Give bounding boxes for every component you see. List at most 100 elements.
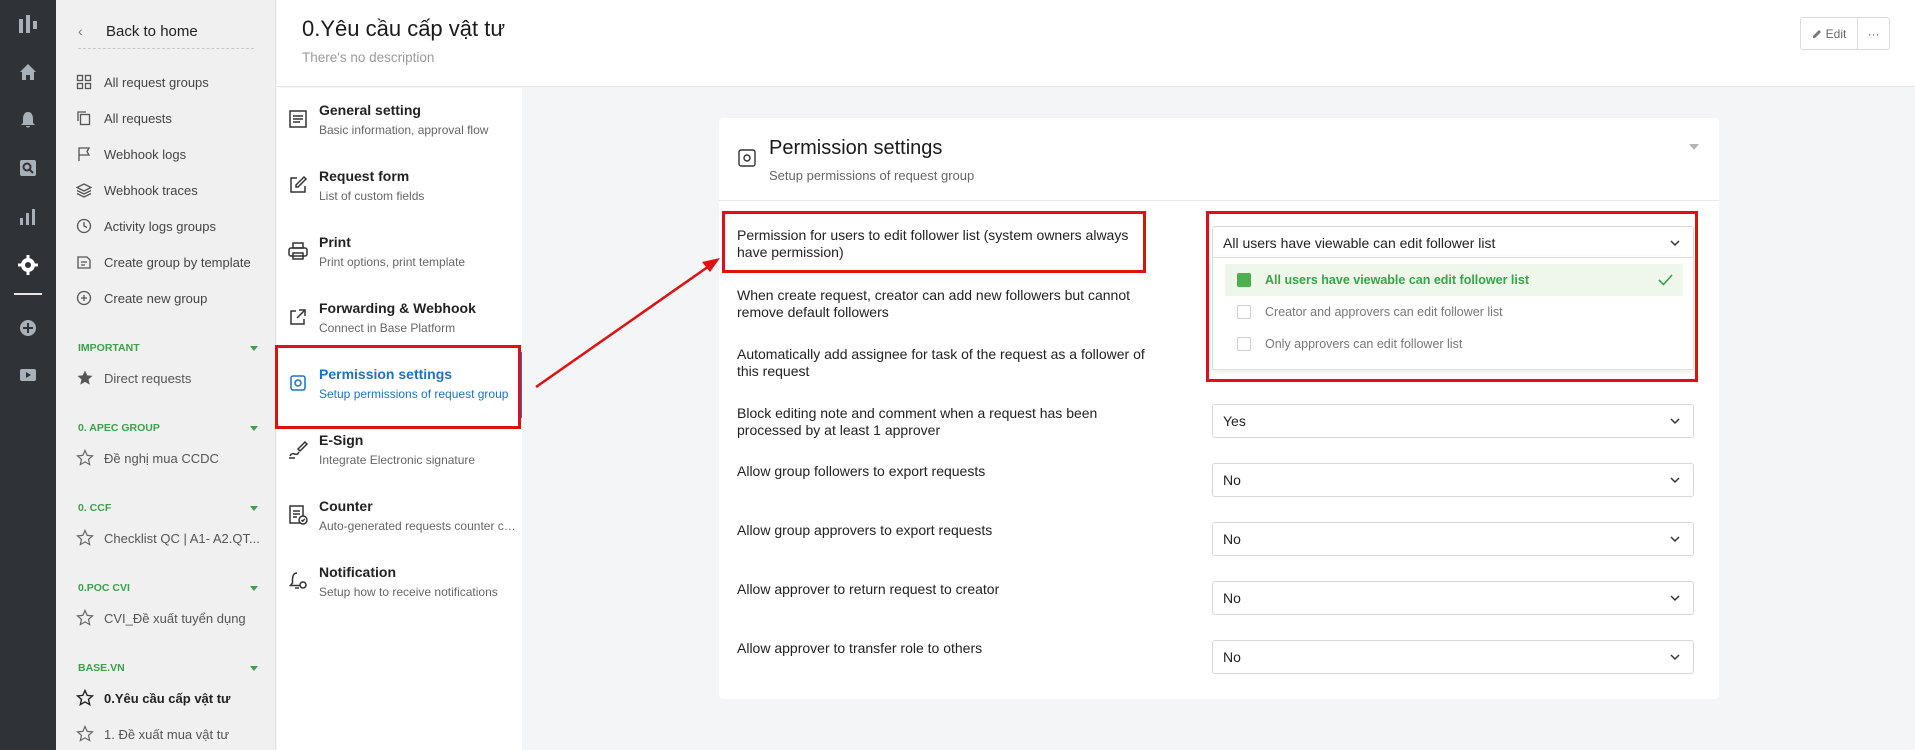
grid-icon <box>76 74 92 90</box>
settings-item-title: Request form <box>319 168 410 184</box>
permission-settings-card: Permission settings Setup permissions of… <box>719 118 1719 699</box>
clock-icon <box>76 218 92 234</box>
settings-item-subtitle: Print options, print template <box>319 255 466 269</box>
header-actions: Edit ··· <box>1800 17 1890 50</box>
layers-icon <box>76 183 92 198</box>
select-value: Yes <box>1223 413 1246 429</box>
permission-label: Allow approver to transfer role to other… <box>737 640 983 656</box>
settings-item-title: Print <box>319 234 351 250</box>
select-value: No <box>1223 531 1241 547</box>
star-outline-icon <box>76 449 94 466</box>
block-editing-select[interactable]: Yes <box>1212 404 1694 438</box>
sidebar-item-label: Webhook traces <box>104 182 198 198</box>
plus-circle-icon[interactable] <box>16 316 40 340</box>
sidebar-item-label: Webhook logs <box>104 146 187 162</box>
section-title: 0.POC CVI <box>78 582 130 594</box>
pencil-icon <box>1812 29 1821 38</box>
section-title: 0. APEC GROUP <box>78 422 160 434</box>
home-icon[interactable] <box>16 60 40 84</box>
sidebar-item-all-request-groups[interactable]: All request groups <box>76 70 209 94</box>
star-filled-icon <box>77 370 93 385</box>
rail-separator <box>14 293 42 295</box>
logo-icon[interactable] <box>16 12 40 36</box>
settings-item-general[interactable]: General setting Basic information, appro… <box>277 88 522 154</box>
permission-label: When create request, creator can add new… <box>737 287 1130 320</box>
back-to-home-link[interactable]: ‹ Back to home <box>78 14 254 49</box>
settings-item-title: Notification <box>319 564 396 580</box>
sidebar-item-label: All requests <box>104 110 172 126</box>
section-title: BASE.VN <box>78 662 125 674</box>
favorite-item[interactable]: 1. Đề xuất mua vật tư <box>76 722 272 746</box>
select-value: No <box>1223 590 1241 606</box>
icon-rail <box>0 0 56 750</box>
favorite-label: Direct requests <box>104 370 192 386</box>
favorite-label: Đề nghị mua CCDC <box>104 450 219 466</box>
permission-label: Automatically add assignee for task of t… <box>737 346 1145 379</box>
more-icon: ··· <box>1867 26 1880 41</box>
back-label: Back to home <box>106 22 198 40</box>
chevron-down-icon <box>1670 418 1680 425</box>
sidebar-item-webhook-logs[interactable]: Webhook logs <box>76 142 186 166</box>
section-poc-cvi[interactable]: 0.POC CVI <box>78 581 258 595</box>
favorite-label: 1. Đề xuất mua vật tư <box>104 726 230 742</box>
annotation-box-label <box>722 211 1146 273</box>
bell-icon[interactable] <box>16 108 40 132</box>
followers-export-select[interactable]: No <box>1212 463 1694 497</box>
sidebar-item-create-new-group[interactable]: Create new group <box>76 286 207 310</box>
sidebar-item-label: Create group by template <box>104 254 251 270</box>
section-apec-group[interactable]: 0. APEC GROUP <box>78 421 258 435</box>
sidebar-item-label: Activity logs groups <box>104 218 216 234</box>
flag-icon <box>78 147 91 161</box>
printer-icon <box>288 242 308 260</box>
edit-icon <box>290 175 308 193</box>
settings-item-counter[interactable]: Counter Auto-generated requests counter … <box>277 484 522 550</box>
favorite-item[interactable]: Đề nghị mua CCDC <box>76 446 272 470</box>
more-button[interactable]: ··· <box>1857 18 1889 49</box>
select-value: No <box>1223 472 1241 488</box>
favorite-label: 0.Yêu cầu cấp vật tư <box>104 690 231 706</box>
bell-gear-icon <box>288 572 307 589</box>
chevron-left-icon: ‹ <box>78 23 83 39</box>
return-to-creator-select[interactable]: No <box>1212 581 1694 615</box>
star-outline-icon <box>76 609 94 626</box>
star-outline-icon <box>76 689 94 707</box>
favorite-item[interactable]: Checklist QC | A1- A2.QT... <box>76 526 272 550</box>
card-divider <box>719 200 1719 201</box>
settings-item-notification[interactable]: Notification Setup how to receive notifi… <box>277 550 522 616</box>
permission-label: Allow approver to return request to crea… <box>737 581 1000 597</box>
settings-item-title: E-Sign <box>319 432 364 448</box>
search-icon[interactable] <box>16 156 40 180</box>
settings-item-print[interactable]: Print Print options, print template <box>277 220 522 286</box>
annotation-arrow <box>535 258 720 389</box>
sidebar-item-activity-logs-groups[interactable]: Activity logs groups <box>76 214 216 238</box>
sidebar-item-label: Create new group <box>104 290 208 306</box>
section-base-vn[interactable]: BASE.VN <box>78 661 258 675</box>
section-ccf[interactable]: 0. CCF <box>78 501 258 515</box>
section-important[interactable]: IMPORTANT <box>78 341 258 355</box>
favorite-item[interactable]: Direct requests <box>76 366 272 390</box>
sidebar-item-webhook-traces[interactable]: Webhook traces <box>76 178 198 202</box>
card-title: Permission settings <box>769 137 943 159</box>
settings-item-title: General setting <box>319 102 421 118</box>
settings-item-subtitle: Connect in Base Platform <box>319 321 456 335</box>
transfer-role-select[interactable]: No <box>1212 640 1694 674</box>
approvers-export-select[interactable]: No <box>1212 522 1694 556</box>
gear-icon <box>738 149 756 167</box>
settings-item-title: Counter <box>319 498 373 514</box>
play-icon[interactable] <box>16 363 40 387</box>
collapse-caret-icon[interactable] <box>1689 144 1699 150</box>
page-header: 0.Yêu cầu cấp vật tư There's no descript… <box>277 0 1915 87</box>
favorite-item[interactable]: CVI_Đề xuất tuyển dụng <box>76 606 272 630</box>
gear-icon[interactable] <box>16 253 40 277</box>
annotation-box-dropdown <box>1206 211 1698 382</box>
sidebar-item-all-requests[interactable]: All requests <box>76 106 172 130</box>
chart-icon[interactable] <box>16 205 40 229</box>
settings-item-request-form[interactable]: Request form List of custom fields <box>277 154 522 220</box>
copy-icon <box>77 111 91 126</box>
settings-item-forwarding-webhook[interactable]: Forwarding & Webhook Connect in Base Pla… <box>277 286 522 352</box>
sidebar-item-create-group-by-template[interactable]: Create group by template <box>76 250 251 274</box>
sidebar: ‹ Back to home All request groups All re… <box>56 0 276 750</box>
annotation-box-menu <box>275 345 521 429</box>
edit-button[interactable]: Edit <box>1801 18 1857 49</box>
favorite-item-active[interactable]: 0.Yêu cầu cấp vật tư <box>76 686 272 710</box>
